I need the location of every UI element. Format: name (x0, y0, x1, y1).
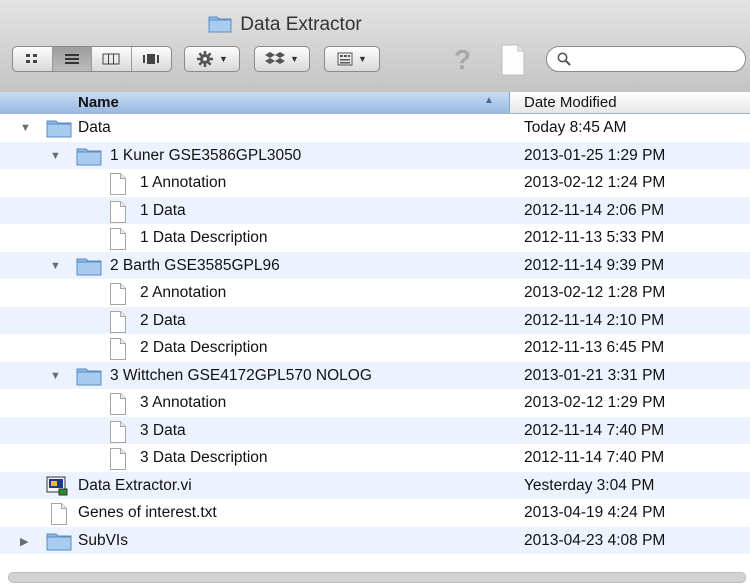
item-date-modified: 2013-02-12 1:24 PM (524, 174, 666, 191)
sort-ascending-icon: ▲ (484, 95, 494, 106)
list-item[interactable]: 2 Data 2012-11-14 2:10 PM (0, 306, 750, 334)
disclosure-expanded-icon[interactable]: ▼ (50, 260, 61, 272)
search-field[interactable] (546, 46, 746, 72)
item-name: Data (78, 119, 111, 136)
item-date-modified: 2013-02-12 1:28 PM (524, 284, 666, 301)
arrange-icon (337, 52, 353, 66)
list-item[interactable]: Data Extractor.vi Yesterday 3:04 PM (0, 471, 750, 501)
search-icon (557, 52, 571, 71)
name-column-header[interactable]: Name ▲ (0, 92, 510, 113)
item-name: 3 Data (140, 421, 186, 439)
arrange-menu-button[interactable]: ▼ (324, 46, 380, 72)
coverflow-view-button[interactable] (132, 47, 171, 71)
date-modified-column-header[interactable]: Date Modified (510, 92, 750, 113)
item-name: 2 Data Description (140, 339, 268, 356)
column-header-bar: Name ▲ Date Modified (0, 92, 750, 114)
disclosure-expanded-icon[interactable]: ▼ (50, 370, 61, 382)
finder-window: Data Extractor ▼ ▼ ▼ ? Name ▲ Date Modif… (0, 0, 750, 585)
dropbox-icon (265, 52, 286, 64)
item-name: 2 Data (140, 311, 186, 329)
name-column-label: Name (78, 94, 119, 111)
help-icon[interactable]: ? (454, 44, 471, 76)
item-name: 3 Annotation (140, 394, 227, 411)
column-view-button[interactable] (92, 47, 132, 71)
toolbar: Data Extractor ▼ ▼ ▼ ? (0, 0, 750, 93)
item-name: 3 Wittchen GSE4172GPL570 NOLOG (110, 366, 372, 384)
item-date-modified: 2013-02-12 1:29 PM (524, 394, 666, 411)
list-item[interactable]: ▶ SubVIs 2013-04-23 4:08 PM (0, 526, 750, 556)
item-date-modified: 2012-11-13 5:33 PM (524, 229, 665, 246)
list-item[interactable]: 1 Data Description 2012-11-13 5:33 PM (0, 224, 750, 252)
list-item[interactable]: ▼ Data Today 8:45 AM (0, 114, 750, 142)
item-name: 1 Annotation (140, 174, 227, 191)
icon-view-icon (26, 54, 38, 63)
item-name: 2 Barth GSE3585GPL96 (110, 256, 280, 274)
quick-look-icon[interactable] (500, 44, 526, 81)
item-date-modified: 2012-11-14 2:10 PM (524, 311, 665, 329)
item-date-modified: 2012-11-14 9:39 PM (524, 256, 665, 274)
disclosure-expanded-icon[interactable]: ▼ (20, 122, 31, 134)
item-date-modified: 2013-04-23 4:08 PM (524, 531, 666, 549)
item-name: 2 Annotation (140, 284, 227, 301)
coverflow-view-icon (143, 54, 160, 64)
list-item[interactable]: ▼ 2 Barth GSE3585GPL96 2012-11-14 9:39 PM (0, 251, 750, 281)
labview-vi-icon (46, 476, 68, 501)
list-item[interactable]: 3 Annotation 2013-02-12 1:29 PM (0, 389, 750, 417)
chevron-down-icon: ▼ (290, 54, 299, 64)
icon-view-button[interactable] (13, 47, 53, 71)
list-item[interactable]: ▼ 1 Kuner GSE3586GPL3050 2013-01-25 1:29 P… (0, 141, 750, 171)
item-date-modified: 2012-11-13 6:45 PM (524, 339, 665, 356)
list-item[interactable]: 1 Annotation 2013-02-12 1:24 PM (0, 169, 750, 197)
window-title: Data Extractor (0, 14, 570, 39)
disclosure-expanded-icon[interactable]: ▼ (50, 150, 61, 162)
item-date-modified: 2013-04-19 4:24 PM (524, 504, 666, 521)
chevron-down-icon: ▼ (219, 54, 228, 64)
item-date-modified: Today 8:45 AM (524, 119, 627, 136)
list-item[interactable]: Genes of interest.txt 2013-04-19 4:24 PM (0, 499, 750, 527)
window-title-text: Data Extractor (240, 14, 362, 35)
folder-icon (46, 531, 72, 556)
view-mode-control (12, 46, 172, 72)
chevron-down-icon: ▼ (358, 54, 367, 64)
column-view-icon (102, 53, 120, 65)
list-item[interactable]: 2 Data Description 2012-11-13 6:45 PM (0, 334, 750, 362)
item-name: Genes of interest.txt (78, 504, 217, 521)
item-name: 1 Kuner GSE3586GPL3050 (110, 146, 302, 164)
item-name: 3 Data Description (140, 449, 268, 466)
item-date-modified: 2012-11-14 2:06 PM (524, 201, 665, 219)
date-modified-column-label: Date Modified (524, 94, 617, 111)
folder-icon (76, 256, 102, 281)
item-date-modified: 2012-11-14 7:40 PM (524, 449, 665, 466)
item-date-modified: Yesterday 3:04 PM (524, 476, 655, 494)
item-date-modified: 2013-01-21 3:31 PM (524, 366, 666, 384)
list-item[interactable]: 3 Data 2012-11-14 7:40 PM (0, 416, 750, 444)
file-list: ▼ Data Today 8:45 AM ▼ 1 Kuner GSE3586GPL305… (0, 114, 750, 554)
folder-icon (76, 366, 102, 391)
scrollbar-thumb[interactable] (8, 572, 746, 583)
folder-icon (208, 14, 232, 39)
folder-icon (76, 146, 102, 171)
gear-icon (197, 51, 214, 67)
item-date-modified: 2012-11-14 7:40 PM (524, 421, 665, 439)
list-view-icon (64, 54, 79, 64)
dropbox-menu-button[interactable]: ▼ (254, 46, 310, 72)
action-menu-button[interactable]: ▼ (184, 46, 240, 72)
item-date-modified: 2013-01-25 1:29 PM (524, 146, 666, 164)
list-item[interactable]: 1 Data 2012-11-14 2:06 PM (0, 196, 750, 224)
list-item[interactable]: 2 Annotation 2013-02-12 1:28 PM (0, 279, 750, 307)
list-item[interactable]: ▼ 3 Wittchen GSE4172GPL570 NOLOG 2013-01-2… (0, 361, 750, 391)
folder-icon (46, 118, 72, 143)
item-name: 1 Data Description (140, 229, 268, 246)
item-name: Data Extractor.vi (78, 476, 192, 494)
list-item[interactable]: 3 Data Description 2012-11-14 7:40 PM (0, 444, 750, 472)
item-name: SubVIs (78, 531, 128, 549)
disclosure-collapsed-icon[interactable]: ▶ (20, 535, 28, 548)
list-view-button[interactable] (52, 47, 92, 71)
horizontal-scrollbar[interactable] (0, 569, 750, 585)
item-name: 1 Data (140, 201, 186, 219)
